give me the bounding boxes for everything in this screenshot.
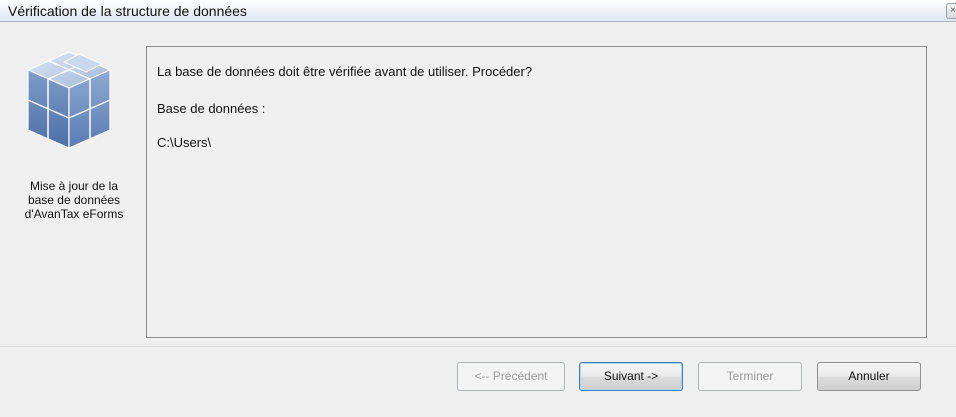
database-label: Base de données :: [157, 101, 266, 116]
wizard-window: Vérification de la structure de données …: [0, 0, 956, 417]
wizard-sidebar: Mise à jour de la base de données d'Avan…: [10, 22, 137, 417]
title-bar[interactable]: Vérification de la structure de données …: [0, 0, 956, 22]
database-cubes-icon: [26, 51, 112, 149]
finish-button[interactable]: Terminer: [698, 362, 802, 391]
sidebar-caption: Mise à jour de la base de données d'Avan…: [24, 179, 124, 221]
previous-button[interactable]: <-- Précédent: [457, 362, 565, 391]
database-path: C:\Users\: [157, 135, 212, 150]
button-separator: [0, 346, 956, 347]
close-icon[interactable]: ×: [946, 3, 956, 19]
window-title: Vérification de la structure de données: [8, 3, 247, 19]
cancel-button[interactable]: Annuler: [817, 362, 921, 391]
question-text: La base de données doit être vérifiée av…: [157, 64, 533, 79]
message-panel: La base de données doit être vérifiée av…: [146, 46, 927, 338]
next-button[interactable]: Suivant ->: [579, 362, 683, 391]
